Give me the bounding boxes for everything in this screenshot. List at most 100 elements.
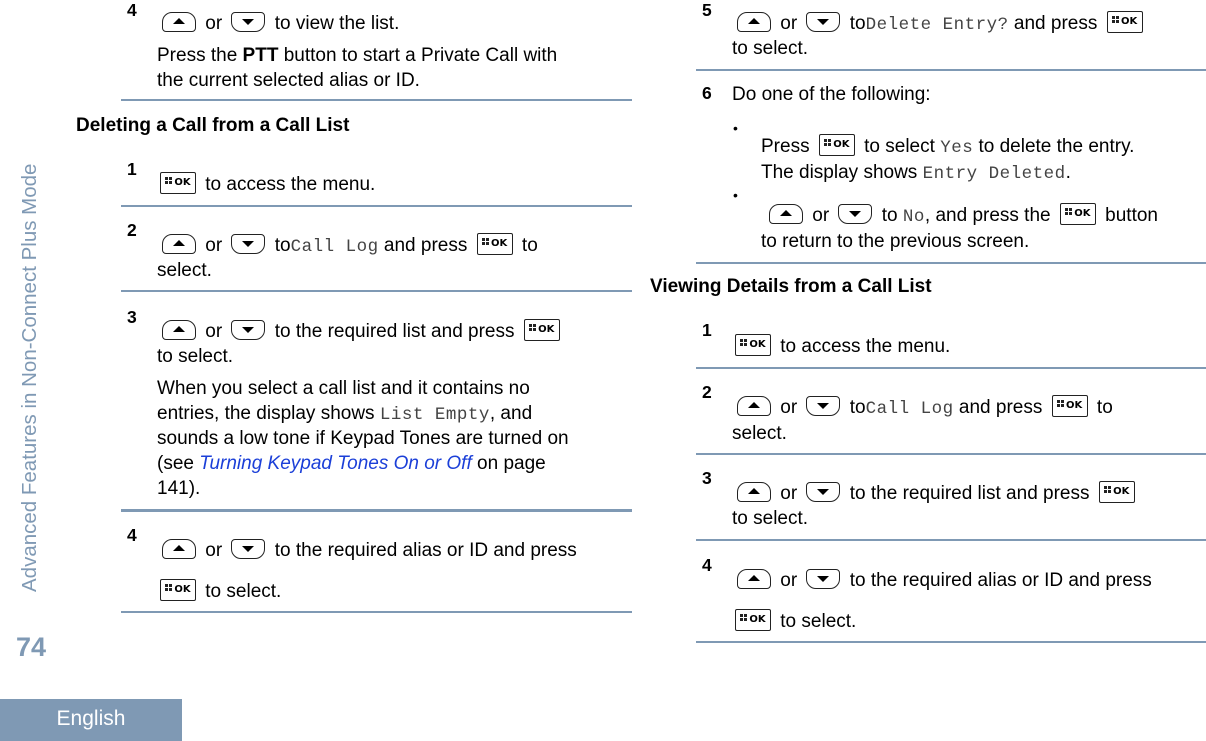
- menu-ok-key-icon: OK: [735, 608, 771, 631]
- instruction-text: to: [881, 205, 898, 226]
- step-note: sounds a low tone if Keypad Tones are tu…: [157, 428, 569, 449]
- instruction-text: to: [849, 397, 866, 418]
- divider: [696, 262, 1206, 264]
- instruction-text: to the required alias or ID and press: [849, 570, 1152, 591]
- step-text: or to the required alias or ID and press: [733, 568, 1152, 593]
- step-number: 3: [127, 307, 137, 327]
- or-text: or: [780, 570, 798, 591]
- step-text: or to the required alias or ID and press: [158, 538, 577, 563]
- instruction-text: to select.: [205, 581, 282, 602]
- step-number: 4: [127, 525, 137, 545]
- menu-ok-key-icon: OK: [735, 333, 771, 356]
- up-arrow-key-icon: [737, 11, 771, 32]
- bullet-text: or to No, and press the OK button: [765, 202, 1158, 230]
- bullet-icon: •: [733, 187, 738, 203]
- page-number: 74: [16, 632, 47, 662]
- or-text: or: [780, 397, 798, 418]
- instruction-text: to delete the entry.: [978, 136, 1135, 157]
- step-note: the current selected alias or ID.: [157, 70, 420, 91]
- up-arrow-key-icon: [737, 568, 771, 589]
- language-tab: English: [0, 699, 182, 741]
- up-arrow-key-icon: [162, 233, 196, 254]
- divider: [696, 367, 1206, 369]
- bullet-text: The display shows Entry Deleted.: [761, 160, 1071, 187]
- display-text: Call Log: [290, 237, 379, 257]
- step-text: OK to select.: [732, 608, 857, 634]
- step-text: or to view the list.: [158, 11, 399, 36]
- up-arrow-key-icon: [162, 538, 196, 559]
- menu-ok-key-icon: OK: [476, 232, 513, 255]
- step-note: 141).: [157, 478, 201, 499]
- step-text: select.: [732, 423, 787, 444]
- instruction-text: to access the menu.: [205, 174, 376, 195]
- display-text: Call Log: [865, 399, 954, 419]
- divider: [121, 205, 632, 207]
- up-arrow-key-icon: [737, 395, 771, 416]
- instruction-text: , and press the: [924, 205, 1051, 226]
- menu-ok-key-icon: OK: [818, 133, 855, 156]
- instruction-text: to: [521, 235, 538, 256]
- note-text: on page: [471, 453, 546, 474]
- note-text: entries, the display shows: [157, 403, 380, 424]
- cross-reference-link[interactable]: Turning Keypad Tones On or Off: [199, 453, 472, 474]
- display-text: List Empty: [379, 405, 490, 425]
- menu-ok-key-icon: OK: [1051, 394, 1088, 417]
- up-arrow-key-icon: [162, 11, 196, 32]
- step-number: 4: [127, 0, 137, 20]
- down-arrow-key-icon: [806, 568, 841, 589]
- step-text: to select.: [732, 508, 809, 529]
- instruction-text: .: [1065, 162, 1071, 183]
- or-text: or: [780, 483, 798, 504]
- step-note: (see Turning Keypad Tones On or Off on p…: [157, 451, 546, 476]
- instruction-text: to: [274, 235, 291, 256]
- bullet-icon: •: [733, 120, 738, 136]
- step-text: to select.: [732, 38, 809, 59]
- instruction-text: to view the list.: [274, 13, 400, 34]
- instruction-text: to the required list and press: [849, 483, 1090, 504]
- step-text: OK to access the menu.: [732, 333, 951, 359]
- note-text: button to start a Private Call with: [278, 45, 558, 66]
- or-text: or: [205, 13, 223, 34]
- display-text: No: [902, 207, 925, 227]
- instruction-text: to access the menu.: [780, 336, 951, 357]
- display-text: Entry Deleted: [922, 164, 1066, 184]
- instruction-text: to select: [864, 136, 935, 157]
- or-text: or: [205, 235, 223, 256]
- down-arrow-key-icon: [231, 538, 266, 559]
- display-text: Delete Entry?: [865, 15, 1009, 35]
- menu-ok-key-icon: OK: [523, 318, 560, 341]
- bullet-text: to return to the previous screen.: [761, 231, 1030, 252]
- chapter-title: Advanced Features in Non-Connect Plus Mo…: [18, 163, 41, 592]
- step-number: 1: [702, 320, 712, 340]
- step-number: 2: [702, 382, 712, 402]
- instruction-text: The display shows: [761, 162, 923, 183]
- display-text: Yes: [940, 138, 974, 158]
- step-note: Press the PTT button to start a Private …: [157, 43, 557, 68]
- down-arrow-key-icon: [806, 11, 841, 32]
- instruction-text: and press: [958, 397, 1043, 418]
- instruction-text: to: [849, 13, 866, 34]
- step-number: 6: [702, 83, 712, 103]
- divider: [121, 290, 632, 292]
- up-arrow-key-icon: [162, 319, 196, 340]
- divider: [121, 99, 632, 101]
- step-text: or toDelete Entry? and press OK: [733, 10, 1147, 38]
- instruction-text: to select.: [780, 611, 857, 632]
- instruction-text: and press: [1013, 13, 1098, 34]
- or-text: or: [780, 13, 798, 34]
- section-heading: Viewing Details from a Call List: [650, 276, 932, 297]
- instruction-text: and press: [383, 235, 468, 256]
- divider: [696, 69, 1206, 71]
- down-arrow-key-icon: [838, 203, 873, 224]
- step-text: OK to select.: [157, 578, 282, 604]
- down-arrow-key-icon: [231, 319, 266, 340]
- bullet-text: Press OK to select Yes to delete the ent…: [761, 133, 1135, 161]
- step-text: OK to access the menu.: [157, 171, 376, 197]
- down-arrow-key-icon: [806, 481, 841, 502]
- or-text: or: [205, 540, 223, 561]
- instruction-text: to the required list and press: [274, 321, 515, 342]
- menu-ok-key-icon: OK: [160, 578, 196, 601]
- step-text: select.: [157, 260, 212, 281]
- down-arrow-key-icon: [806, 395, 841, 416]
- divider: [696, 641, 1206, 643]
